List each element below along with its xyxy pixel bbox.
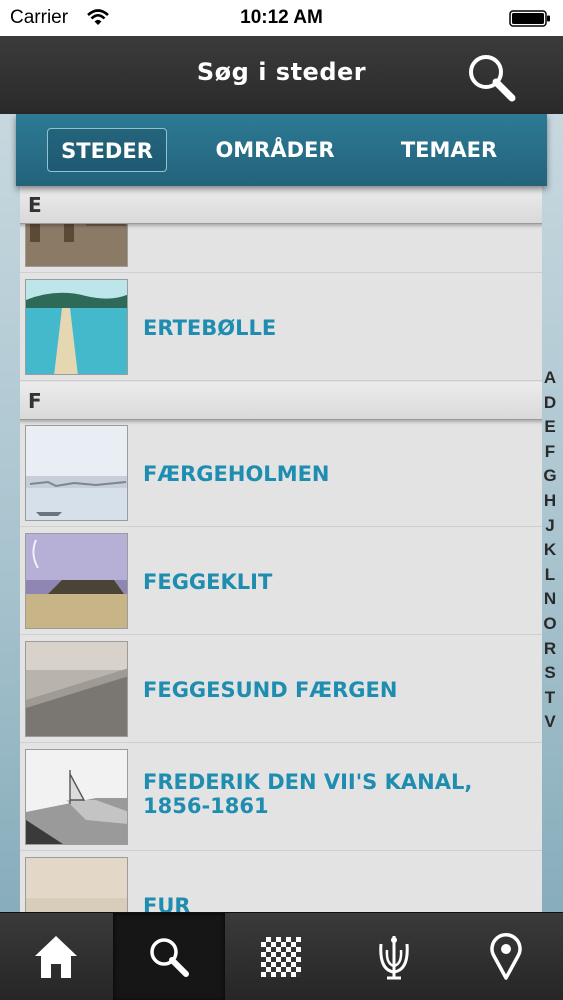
search-icon[interactable]: [464, 50, 518, 104]
tab-home[interactable]: [0, 913, 112, 1000]
list-item[interactable]: FEGGESUND FÆRGEN: [20, 636, 542, 743]
place-name: FÆRGEHOLMEN: [143, 461, 330, 486]
index-letter-s[interactable]: S: [544, 661, 555, 686]
tab-map[interactable]: [450, 913, 562, 1000]
index-letter-v[interactable]: V: [544, 710, 555, 735]
place-name: FEGGEKLIT: [143, 569, 273, 594]
place-thumbnail: [25, 425, 128, 521]
list-item[interactable]: FÆRGEHOLMEN: [20, 420, 542, 527]
places-list[interactable]: E ERTEBØLLE F FÆRGEHOLMEN FEGGEKLIT FEGG…: [20, 186, 542, 912]
alphabet-index[interactable]: A D E F G H J K L N O R S T V: [540, 366, 560, 735]
list-item[interactable]: FUR: [20, 852, 542, 912]
index-letter-n[interactable]: N: [544, 587, 556, 612]
tab-steder[interactable]: STEDER: [47, 128, 167, 172]
index-letter-h[interactable]: H: [544, 489, 556, 514]
navigation-bar: Søg i steder: [0, 36, 563, 114]
index-letter-f[interactable]: F: [545, 440, 555, 465]
index-letter-d[interactable]: D: [544, 391, 556, 416]
index-letter-g[interactable]: G: [543, 464, 556, 489]
place-name: FREDERIK DEN VII'S KANAL, 1856-1861: [143, 770, 473, 818]
place-thumbnail: [25, 641, 128, 737]
index-letter-k[interactable]: K: [544, 538, 556, 563]
status-time: 10:12 AM: [240, 7, 323, 28]
list-item[interactable]: ERTEBØLLE: [20, 274, 542, 381]
tab-themes[interactable]: [338, 913, 450, 1000]
index-letter-a[interactable]: A: [544, 366, 556, 391]
index-letter-o[interactable]: O: [543, 612, 556, 637]
section-header-f: F: [20, 382, 542, 420]
home-icon: [35, 936, 77, 978]
trident-icon: [379, 936, 409, 980]
index-letter-l[interactable]: L: [545, 563, 555, 588]
map-pin-icon: [490, 933, 522, 980]
list-item[interactable]: FREDERIK DEN VII'S KANAL, 1856-1861: [20, 744, 542, 851]
tab-temaer[interactable]: TEMAER: [386, 128, 512, 172]
tab-search[interactable]: [113, 913, 225, 1000]
search-icon: [150, 938, 189, 977]
list-item[interactable]: FEGGEKLIT: [20, 528, 542, 635]
place-thumbnail: [25, 749, 128, 845]
place-thumbnail: [25, 279, 128, 375]
place-thumbnail: [25, 857, 128, 912]
bottom-tab-bar: [0, 912, 563, 1000]
place-name: FEGGESUND FÆRGEN: [143, 677, 398, 702]
index-letter-r[interactable]: R: [544, 637, 556, 662]
status-bar: Carrier 10:12 AM: [0, 0, 563, 36]
section-header-e: E: [20, 186, 542, 224]
index-letter-e[interactable]: E: [544, 415, 555, 440]
place-thumbnail: [25, 533, 128, 629]
place-name: FUR: [143, 893, 191, 913]
place-name: ERTEBØLLE: [143, 315, 277, 340]
index-letter-j[interactable]: J: [545, 514, 554, 539]
tab-omraader[interactable]: OMRÅDER: [206, 128, 344, 172]
tab-qr-scanner[interactable]: [225, 913, 337, 1000]
segment-tabs: STEDER OMRÅDER TEMAER: [16, 114, 547, 186]
qr-code-icon: [261, 937, 301, 977]
index-letter-t[interactable]: T: [545, 686, 555, 711]
battery-icon: [509, 10, 550, 27]
